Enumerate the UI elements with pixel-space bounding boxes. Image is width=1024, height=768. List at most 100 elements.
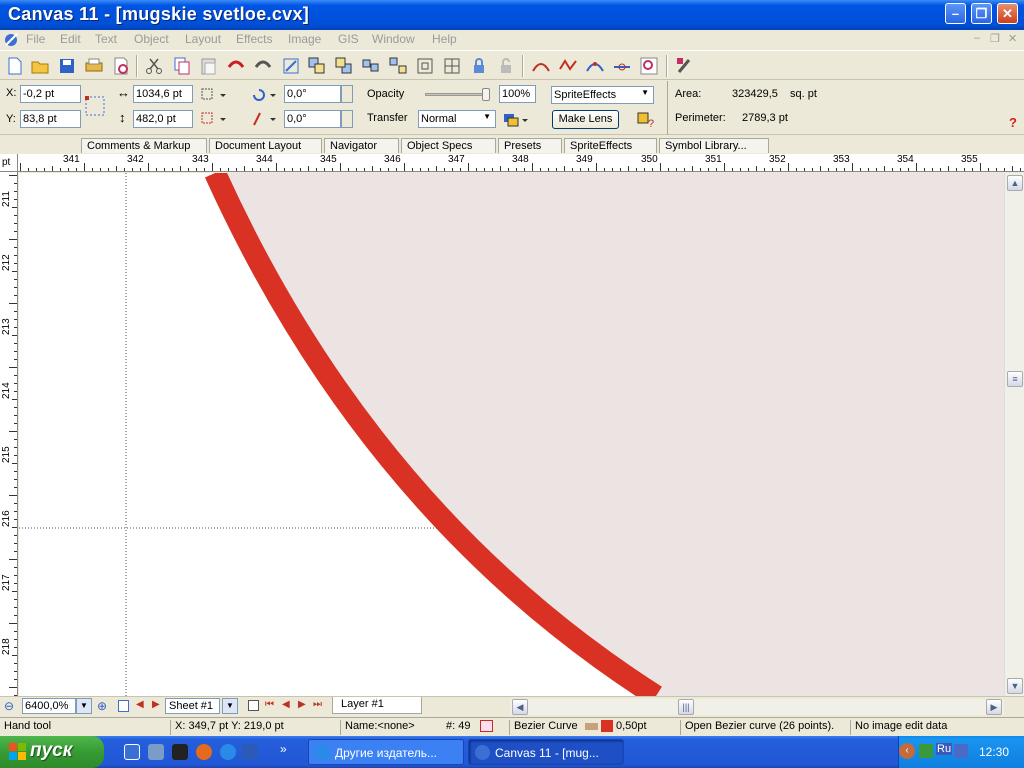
tab-object-specs[interactable]: Object Specs — [401, 138, 496, 153]
grid-icon[interactable] — [441, 55, 463, 77]
doc-restore-button[interactable]: ❐ — [990, 32, 1000, 45]
zoom-in-icon[interactable]: ⊕ — [97, 699, 107, 713]
tray-expand-icon[interactable]: ‹ — [899, 743, 915, 759]
scroll-down-button[interactable]: ▼ — [1007, 678, 1023, 694]
menu-file[interactable]: File — [26, 32, 45, 46]
tab-navigator[interactable]: Navigator — [324, 138, 399, 153]
drawing-canvas[interactable] — [19, 173, 1004, 696]
last-layer-icon[interactable]: ⏭ — [313, 699, 322, 710]
send-backward-icon[interactable] — [333, 55, 355, 77]
title-bar[interactable]: Canvas 11 - [mugskie svetloe.cvx] – ❐ ✕ — [0, 0, 1024, 30]
horizontal-scrollbar[interactable]: ◀ ||| ▶ — [510, 699, 1004, 715]
y-field[interactable]: 83,8 pt — [20, 110, 81, 128]
menu-layout[interactable]: Layout — [185, 32, 221, 46]
new-document-icon[interactable] — [4, 55, 26, 77]
tab-spriteeffects[interactable]: SpriteEffects — [564, 138, 657, 153]
quicklaunch-firefox-icon[interactable] — [196, 744, 212, 760]
redo-icon[interactable] — [252, 55, 274, 77]
unlock-icon[interactable] — [495, 55, 517, 77]
menu-gis[interactable]: GIS — [338, 32, 359, 46]
quicklaunch-word-icon[interactable] — [242, 744, 258, 760]
path-tool-icon[interactable] — [530, 55, 552, 77]
properties-icon[interactable] — [674, 55, 696, 77]
menu-edit[interactable]: Edit — [60, 32, 81, 46]
vertical-ruler[interactable]: 211 212 213 214 215 216 217 218 — [0, 172, 18, 696]
anchor-point-icon[interactable] — [84, 95, 106, 117]
next-sheet-icon[interactable]: ▶ — [152, 699, 160, 710]
tray-volume-icon[interactable] — [954, 744, 968, 758]
ruler-unit[interactable]: pt — [0, 154, 18, 172]
quicklaunch-network-icon[interactable] — [148, 744, 164, 760]
minimize-button[interactable]: – — [945, 3, 966, 24]
page-icon[interactable] — [118, 700, 129, 712]
previous-sheet-icon[interactable]: ◀ — [136, 699, 144, 710]
task-canvas[interactable]: Canvas 11 - [mug... — [468, 739, 624, 765]
menu-image[interactable]: Image — [288, 32, 321, 46]
quicklaunch-ie-icon[interactable] — [220, 744, 236, 760]
height-field[interactable]: 482,0 pt — [133, 110, 193, 128]
effects-select[interactable]: SpriteEffects ▼ — [551, 86, 654, 104]
filled-shape[interactable] — [215, 173, 1004, 696]
horizontal-ruler[interactable]: 341 342 343 344 345 346 347 348 349 350 … — [18, 154, 1024, 172]
undo-icon[interactable] — [225, 55, 247, 77]
vertical-scroll-thumb[interactable]: ≡ — [1007, 371, 1023, 387]
rotate-icon[interactable] — [250, 87, 278, 103]
menu-window[interactable]: Window — [372, 32, 415, 46]
skew-icon[interactable] — [250, 111, 278, 127]
layer-icon[interactable] — [248, 700, 259, 711]
help-icon[interactable]: ? — [1009, 115, 1017, 130]
lock-icon[interactable] — [468, 55, 490, 77]
path-edit-icon[interactable] — [584, 55, 606, 77]
language-indicator[interactable]: Ru — [936, 743, 953, 755]
path-smooth-icon[interactable] — [557, 55, 579, 77]
quicklaunch-app-icon[interactable] — [172, 744, 188, 760]
opacity-slider-thumb[interactable] — [482, 88, 490, 101]
pattern-icon[interactable] — [200, 111, 228, 127]
opacity-slider[interactable] — [425, 88, 490, 101]
close-button[interactable]: ✕ — [997, 3, 1018, 24]
paste-icon[interactable] — [198, 55, 220, 77]
skew-field[interactable]: 0,0° — [284, 110, 341, 128]
scroll-up-button[interactable]: ▲ — [1007, 175, 1023, 191]
combine-icon[interactable] — [414, 55, 436, 77]
tab-presets[interactable]: Presets — [498, 138, 562, 153]
task-other-publishers[interactable]: Другие издатель... — [308, 739, 464, 765]
menu-help[interactable]: Help — [432, 32, 457, 46]
doc-close-button[interactable]: ✕ — [1008, 32, 1017, 45]
scroll-left-button[interactable]: ◀ — [512, 699, 528, 715]
save-icon[interactable] — [56, 55, 78, 77]
previous-layer-icon[interactable]: ◀ — [282, 699, 290, 710]
flip-icon[interactable] — [200, 87, 228, 103]
cut-icon[interactable] — [143, 55, 165, 77]
first-layer-icon[interactable]: ⏮ — [265, 699, 274, 710]
magnify-icon[interactable] — [638, 55, 660, 77]
lens-help-icon[interactable]: ? — [636, 111, 658, 129]
make-lens-button[interactable]: Make Lens — [552, 110, 619, 129]
tab-document-layout[interactable]: Document Layout — [209, 138, 322, 153]
doc-minimize-button[interactable]: – — [974, 32, 980, 44]
horizontal-scroll-thumb[interactable]: ||| — [678, 699, 694, 715]
print-icon[interactable] — [83, 55, 105, 77]
print-preview-icon[interactable] — [110, 55, 132, 77]
quicklaunch-more-icon[interactable]: » — [280, 742, 287, 756]
start-button[interactable]: пуск — [0, 736, 104, 768]
menu-object[interactable]: Object — [134, 32, 169, 46]
bring-forward-icon[interactable] — [306, 55, 328, 77]
width-field[interactable]: 1034,6 pt — [133, 85, 193, 103]
opacity-field[interactable]: 100% — [499, 85, 536, 103]
next-layer-icon[interactable]: ▶ — [298, 699, 306, 710]
zoom-out-icon[interactable]: ⊖ — [4, 699, 14, 713]
tab-symbol-library[interactable]: Symbol Library... — [659, 138, 769, 153]
rotation-field[interactable]: 0,0° — [284, 85, 341, 103]
scale-icon[interactable] — [280, 55, 302, 77]
sheet-select[interactable]: Sheet #1 — [165, 698, 220, 714]
maximize-button[interactable]: ❐ — [971, 3, 992, 24]
zoom-dropdown-button[interactable]: ▼ — [76, 698, 92, 714]
tab-comments-markup[interactable]: Comments & Markup — [81, 138, 207, 153]
quicklaunch-explorer-icon[interactable] — [124, 744, 140, 760]
transfer-select[interactable]: Normal ▼ — [418, 110, 496, 128]
layer-tab[interactable]: Layer #1 — [332, 697, 422, 714]
vertical-scrollbar[interactable]: ▲ ≡ ▼ — [1004, 173, 1024, 696]
scroll-right-button[interactable]: ▶ — [986, 699, 1002, 715]
zoom-field[interactable]: 6400,0% — [22, 698, 76, 714]
